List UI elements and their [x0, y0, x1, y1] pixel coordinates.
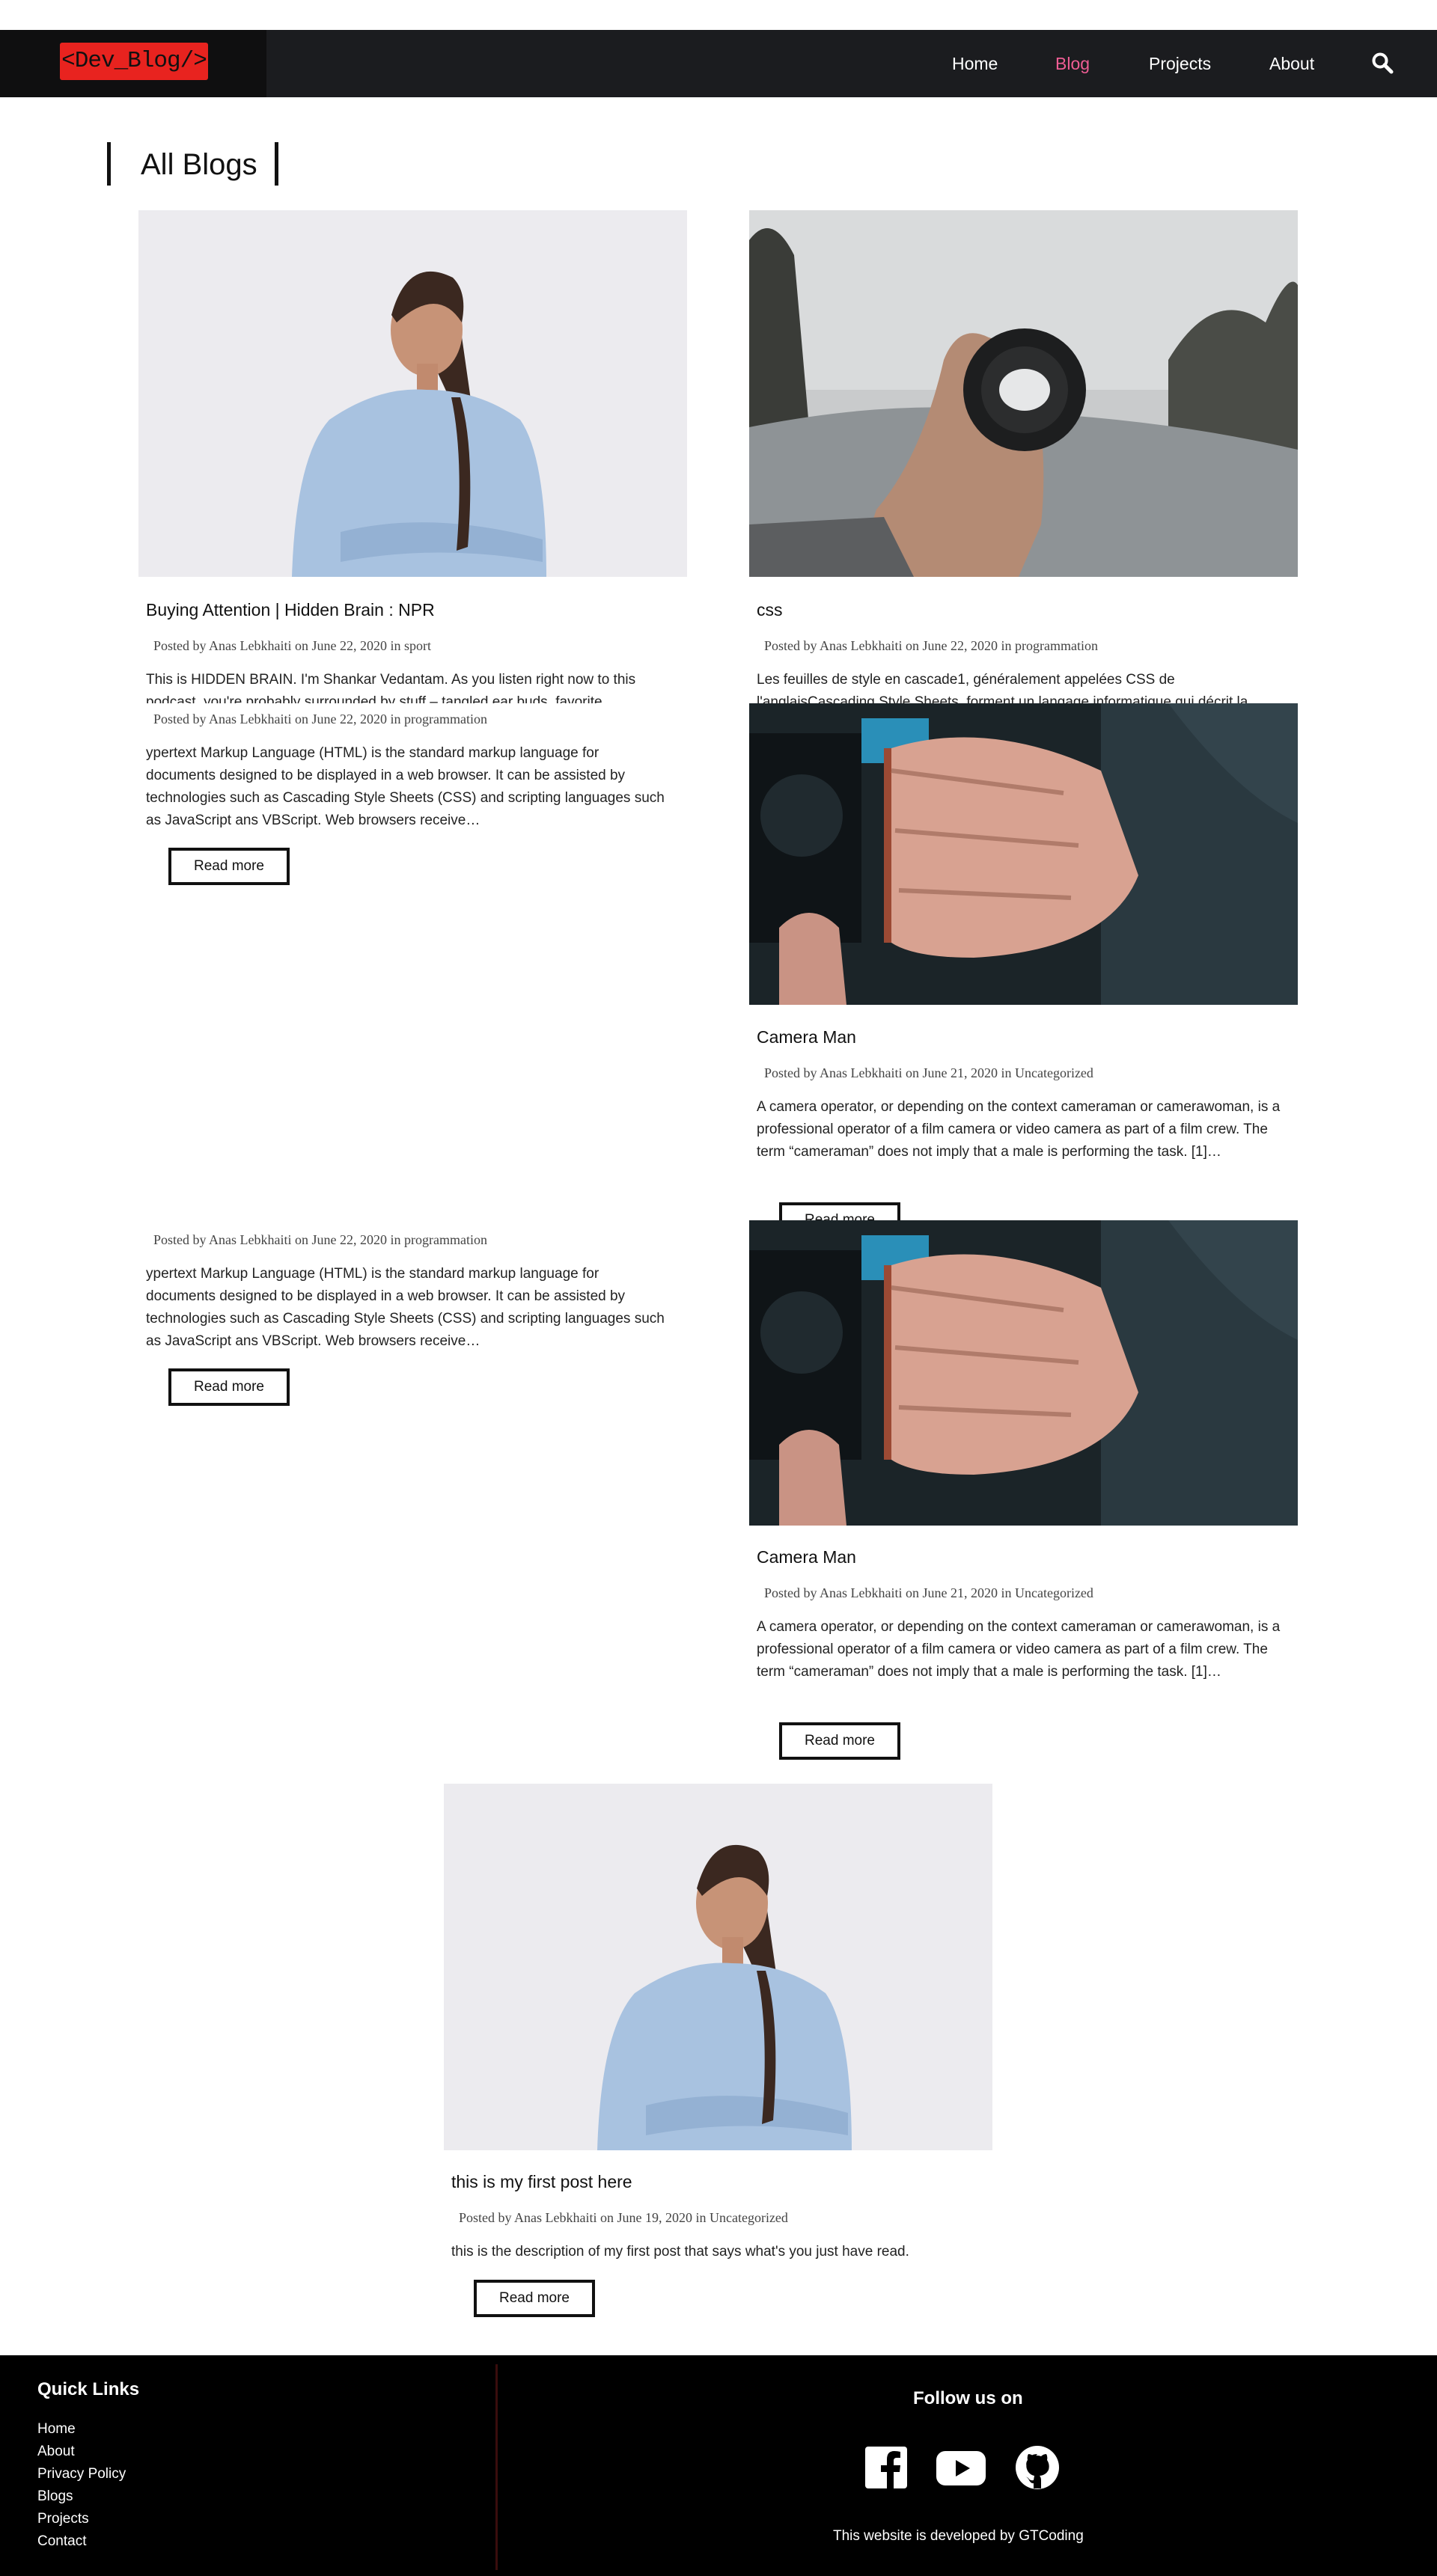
post-excerpt: ypertext Markup Language (HTML) is the s…: [146, 745, 665, 828]
search-icon[interactable]: [1371, 52, 1394, 74]
post-meta: Posted by Anas Lebkhaiti on June 22, 202…: [153, 712, 487, 726]
post-excerpt: A camera operator, or depending on the c…: [757, 1099, 1281, 1160]
read-more-button[interactable]: Read more: [168, 1368, 290, 1406]
post-excerpt: this is the description of my first post…: [451, 2244, 909, 2260]
quick-links-title: Quick Links: [37, 2379, 140, 2399]
post-thumbnail[interactable]: [749, 1220, 1298, 1526]
post-excerpt: Les feuilles de style en cascade1, génér…: [757, 672, 1248, 703]
page-title: All Blogs: [141, 148, 257, 181]
post-thumbnail[interactable]: [749, 210, 1298, 577]
footer-link-privacy[interactable]: Privacy Policy: [37, 2466, 126, 2482]
developer-credit: This website is developed by GTCoding: [833, 2528, 1084, 2544]
footer: [0, 2355, 1437, 2576]
github-icon[interactable]: [1015, 2445, 1060, 2490]
post-excerpt: A camera operator, or depending on the c…: [757, 1619, 1281, 1680]
post-excerpt: ypertext Markup Language (HTML) is the s…: [146, 1266, 665, 1349]
post-excerpt: This is HIDDEN BRAIN. I'm Shankar Vedant…: [146, 672, 636, 703]
post-thumbnail[interactable]: [444, 1784, 992, 2150]
footer-link-projects[interactable]: Projects: [37, 2511, 89, 2527]
post-meta: Posted by Anas Lebkhaiti on June 21, 202…: [764, 1585, 1093, 1600]
read-more-button[interactable]: Read more: [474, 2280, 595, 2317]
title-bar-left: [107, 142, 111, 186]
nav-blog[interactable]: Blog: [1055, 30, 1090, 97]
post-title[interactable]: Camera Man: [757, 1546, 856, 1568]
post-meta: Posted by Anas Lebkhaiti on June 19, 202…: [459, 2210, 788, 2225]
post-meta: Posted by Anas Lebkhaiti on June 22, 202…: [764, 638, 1098, 653]
read-more-button[interactable]: Read more: [779, 1722, 900, 1760]
post-title[interactable]: this is my first post here: [451, 2170, 632, 2193]
facebook-icon[interactable]: [865, 2447, 907, 2488]
post-meta: Posted by Anas Lebkhaiti on June 21, 202…: [764, 1065, 1093, 1080]
read-more-button[interactable]: Read more: [779, 1202, 900, 1220]
post-meta: Posted by Anas Lebkhaiti on June 22, 202…: [153, 1232, 487, 1247]
title-bar-right: [275, 142, 278, 186]
post-title[interactable]: Camera Man: [757, 1026, 856, 1048]
footer-link-blogs[interactable]: Blogs: [37, 2488, 73, 2505]
post-meta: Posted by Anas Lebkhaiti on June 22, 202…: [153, 638, 431, 653]
post-thumbnail[interactable]: [138, 210, 687, 577]
read-more-button[interactable]: Read more: [168, 848, 290, 885]
footer-divider: [495, 2364, 498, 2570]
youtube-icon[interactable]: [936, 2451, 986, 2485]
nav-about[interactable]: About: [1269, 30, 1314, 97]
footer-link-contact[interactable]: Contact: [37, 2533, 86, 2550]
post-title[interactable]: Buying Attention | Hidden Brain : NPR: [146, 599, 435, 621]
post-title[interactable]: css: [757, 599, 783, 621]
follow-title: Follow us on: [913, 2388, 1023, 2408]
nav-home[interactable]: Home: [952, 30, 998, 97]
footer-link-about[interactable]: About: [37, 2444, 75, 2460]
nav-projects[interactable]: Projects: [1149, 30, 1211, 97]
footer-link-home[interactable]: Home: [37, 2421, 76, 2438]
site-logo[interactable]: <Dev_Blog/>: [60, 43, 208, 80]
post-thumbnail[interactable]: [749, 703, 1298, 1005]
